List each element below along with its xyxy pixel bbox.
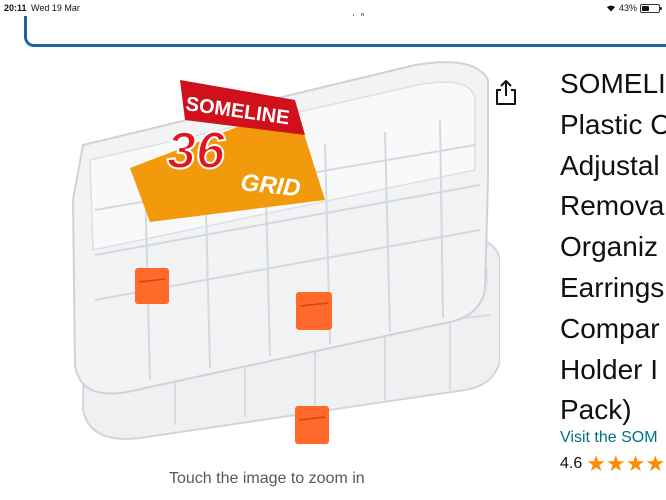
status-date: Wed 19 Mar	[31, 3, 80, 13]
battery-level	[642, 5, 649, 11]
status-time: 20:11	[4, 3, 27, 13]
title-line: Organiz	[560, 231, 659, 263]
share-icon[interactable]	[492, 78, 520, 108]
star-icon: ★	[645, 451, 666, 476]
visit-store-link[interactable]: Visit the SOM	[560, 429, 658, 447]
title-line: Holder I	[560, 353, 659, 385]
title-line: Plastic C	[560, 108, 666, 140]
product-title[interactable]: SOMELI Plastic C Adjustal Remova Organiz…	[560, 64, 666, 431]
title-line: Compar	[560, 312, 660, 344]
star-icon: ★	[605, 451, 626, 476]
star-icon: ★	[586, 451, 606, 476]
wifi-icon	[606, 5, 615, 12]
title-line: Remova	[560, 190, 665, 222]
rating-value: 4.6	[560, 455, 583, 472]
banner-count-text: 36	[167, 122, 226, 180]
product-image[interactable]: SOMELINE 36 GRID	[55, 60, 500, 460]
battery-percent: 43%	[618, 3, 637, 13]
star-icon: ★	[625, 451, 646, 476]
battery-icon	[640, 3, 662, 13]
search-bar-edge[interactable]	[24, 16, 666, 47]
upper-left-latch	[135, 268, 169, 304]
title-line: Adjustal	[560, 149, 660, 181]
zoom-hint: Touch the image to zoom in	[169, 470, 365, 487]
lower-right-latch	[295, 406, 329, 444]
status-indicators: 43%	[606, 3, 662, 13]
upper-right-latch	[296, 292, 332, 330]
title-line: SOMELI	[560, 68, 666, 99]
rating-row[interactable]: 4.6 ★ ★ ★ ★ ★	[560, 453, 666, 475]
title-line: Earrings	[560, 271, 665, 303]
title-line: Pack)	[560, 394, 632, 426]
